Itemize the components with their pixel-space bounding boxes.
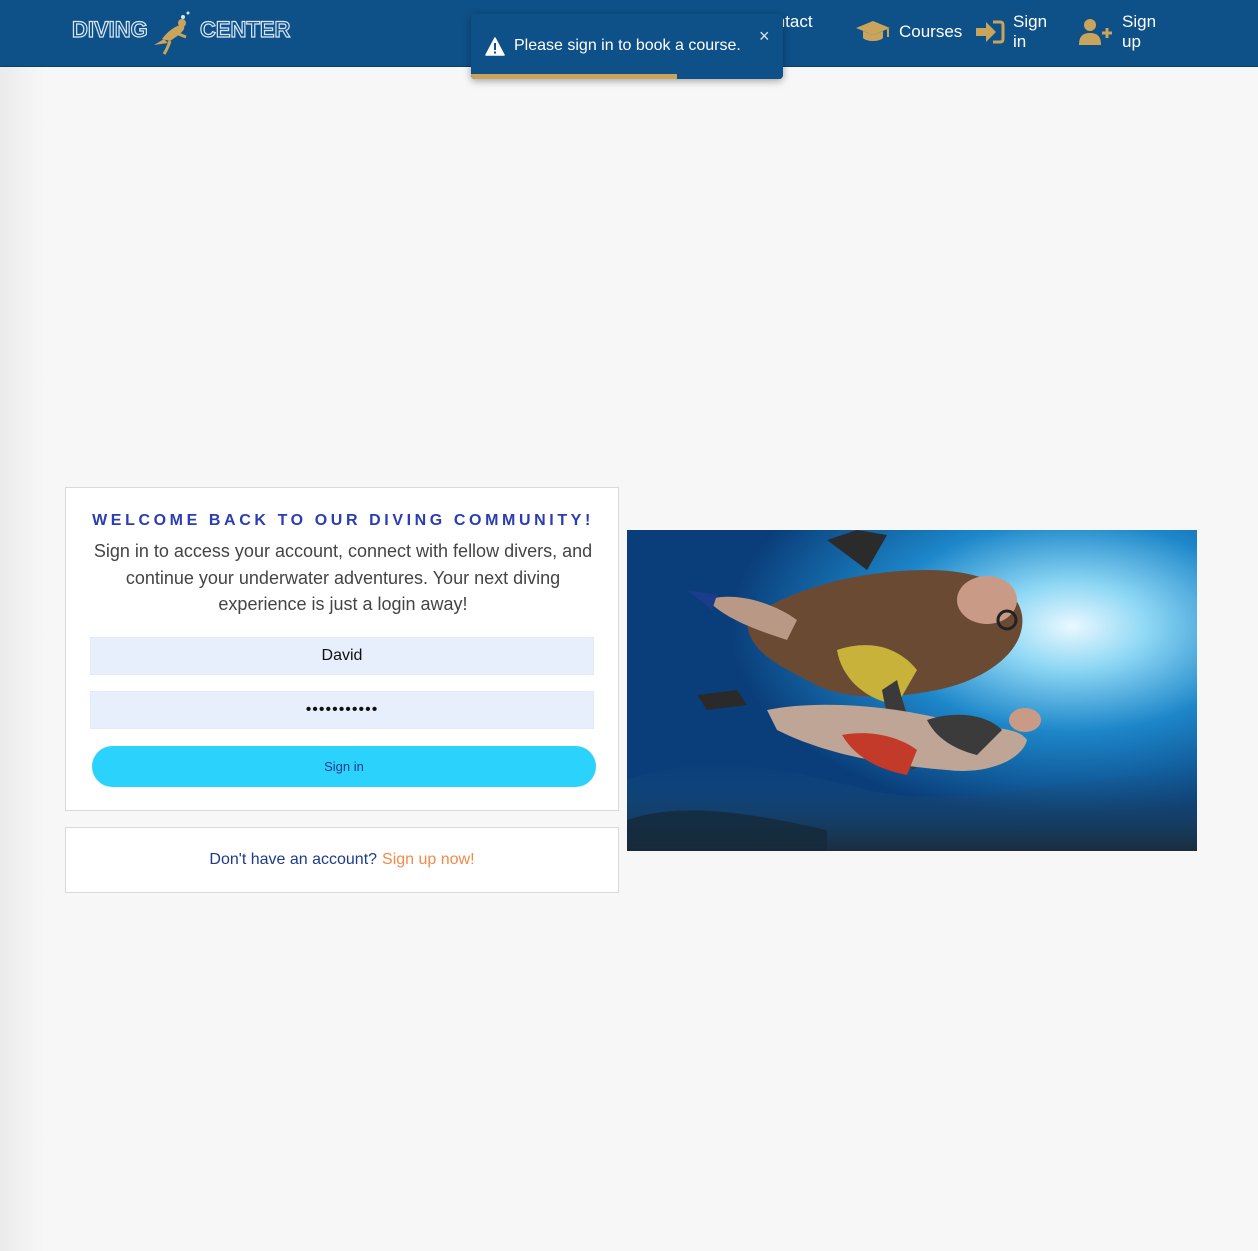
toast-progress-track xyxy=(471,74,783,79)
nav-sign-up-label: Sign up xyxy=(1122,12,1157,51)
toast-notification: Please sign in to book a course. × xyxy=(471,14,783,79)
scuba-divers-image xyxy=(627,530,1197,851)
nav-sign-in-label: Sign in xyxy=(1013,12,1048,51)
graduation-cap-icon xyxy=(855,19,891,45)
toast-progress-bar xyxy=(471,74,677,79)
nav-courses-label: Courses xyxy=(899,22,963,41)
signup-question: Don't have an account? xyxy=(209,851,378,868)
page-left-shade xyxy=(0,67,44,1251)
nav-sign-up[interactable]: Sign up xyxy=(1078,12,1156,51)
welcome-title: WELCOME BACK TO OUR DIVING COMMUNITY! xyxy=(92,512,594,529)
nav-sign-in[interactable]: Sign in xyxy=(975,12,1047,51)
signup-card: Don't have an account? Sign up now! xyxy=(65,827,619,893)
warning-icon xyxy=(485,37,505,61)
login-card: WELCOME BACK TO OUR DIVING COMMUNITY! Si… xyxy=(65,487,619,811)
welcome-text: Sign in to access your account, connect … xyxy=(93,541,593,614)
password-input[interactable] xyxy=(90,691,594,729)
diver-logo-icon xyxy=(154,11,190,55)
sign-in-button[interactable]: Sign in xyxy=(92,746,596,787)
sign-in-icon xyxy=(975,19,1005,45)
nav-courses[interactable]: Courses xyxy=(855,16,962,48)
user-plus-icon xyxy=(1078,18,1114,46)
username-input[interactable] xyxy=(90,637,594,675)
logo-word-diving: DIVING xyxy=(71,16,148,42)
diving-center-logo[interactable]: DIVING CENTER xyxy=(71,9,291,55)
logo-word-center: CENTER xyxy=(199,16,291,42)
close-icon[interactable]: × xyxy=(759,26,770,46)
toast-message: Please sign in to book a course. xyxy=(514,37,741,54)
sign-up-now-link[interactable]: Sign up now! xyxy=(382,851,475,869)
